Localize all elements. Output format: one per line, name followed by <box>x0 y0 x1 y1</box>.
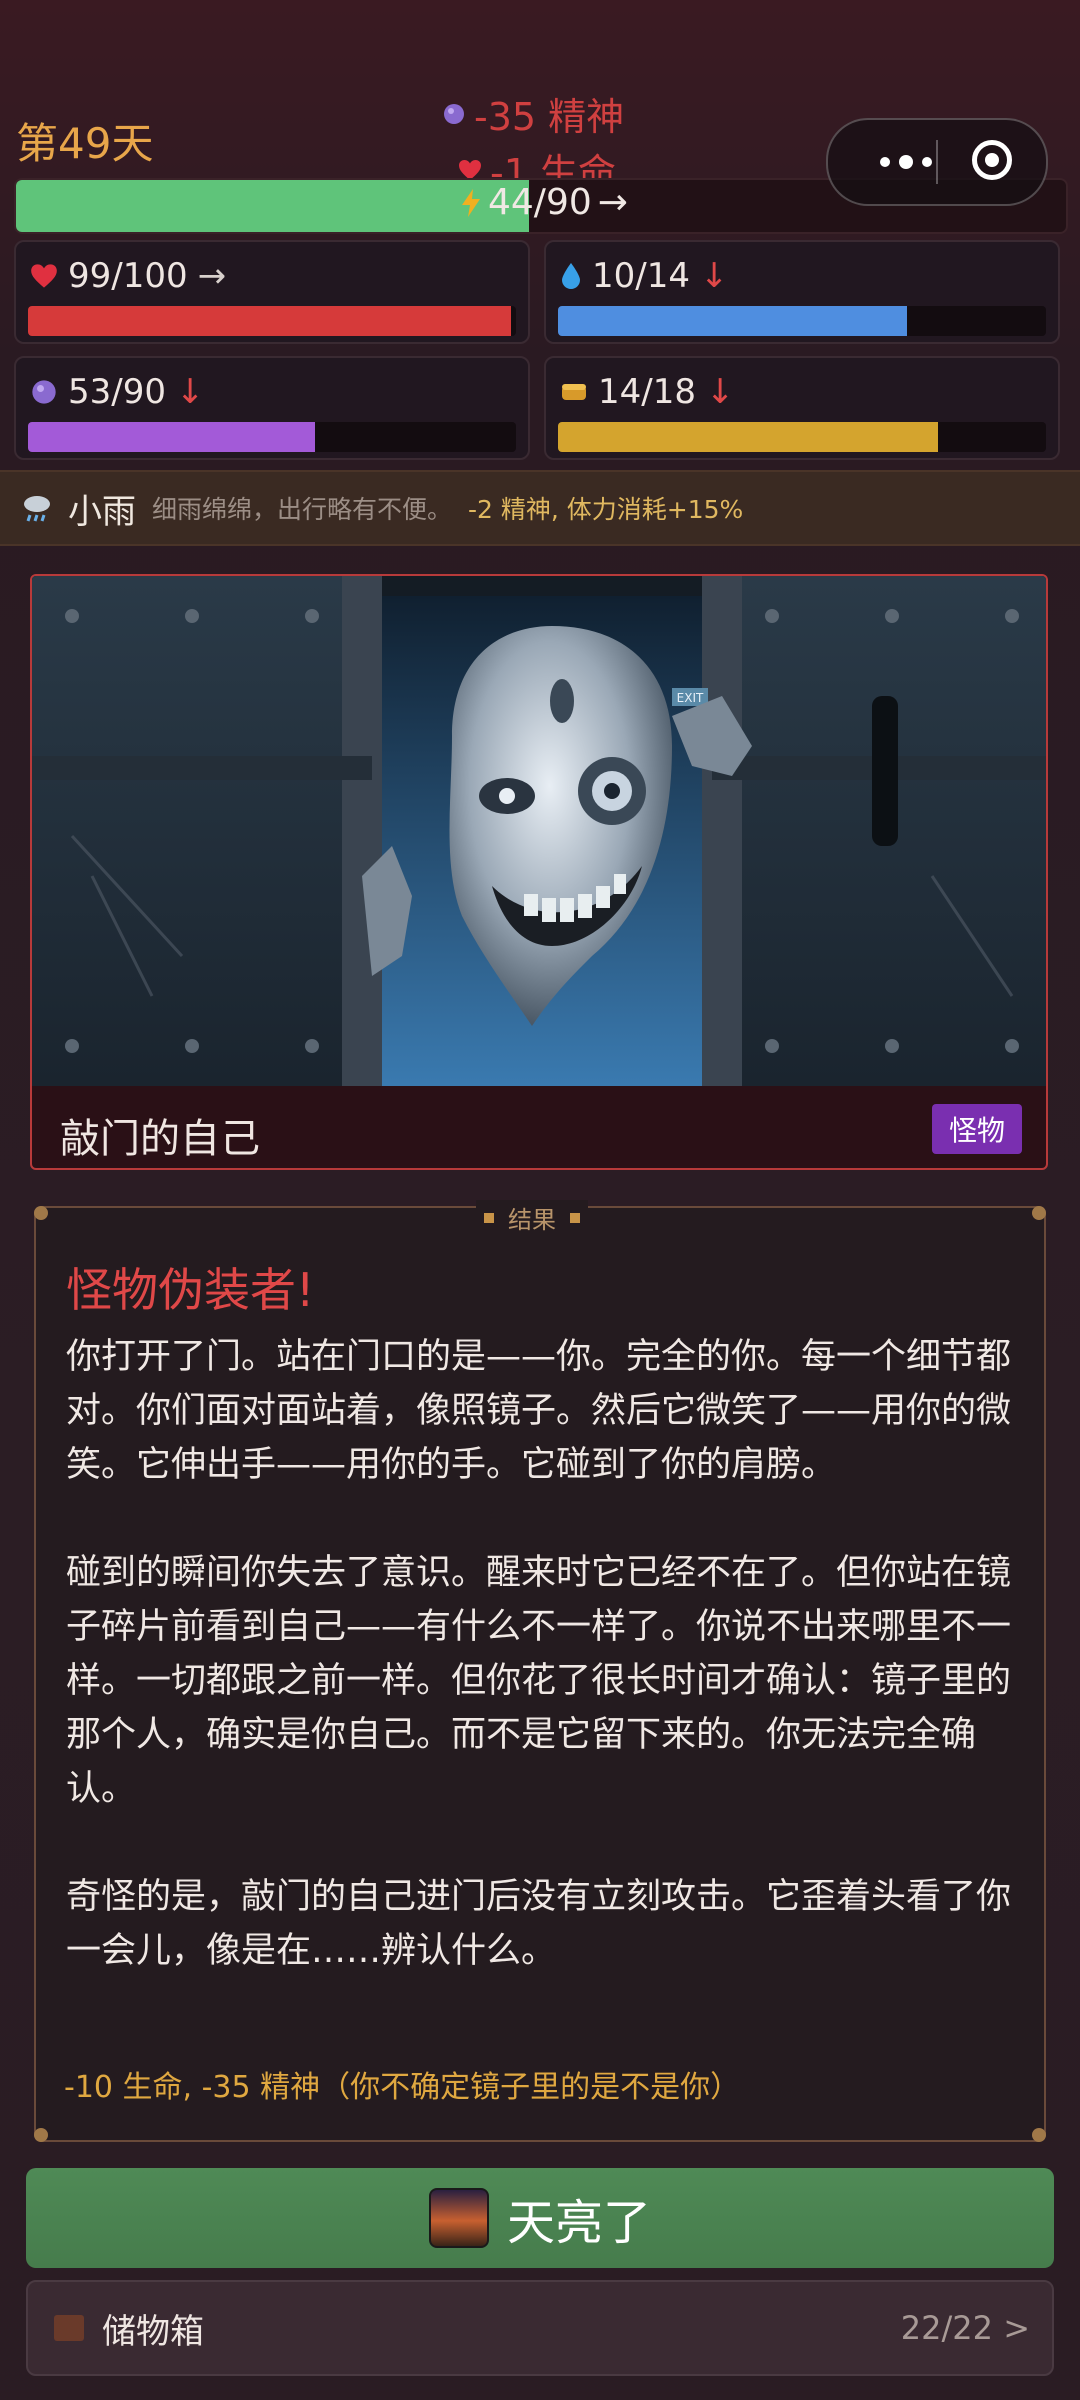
monster-door-illustration: EXIT <box>32 576 1046 1086</box>
stat-value: 53/90 <box>68 372 166 412</box>
result-paragraph: 碰到的瞬间你失去了意识。醒来时它已经不在了。但你站在镜子碎片前看到自己——有什么… <box>66 1553 1012 1809</box>
chest-icon <box>54 2315 84 2341</box>
more-dot <box>899 155 913 169</box>
result-header-label: 结果 <box>508 1206 556 1234</box>
corner-ornament <box>1032 1206 1046 1220</box>
energy-trend: → <box>597 182 628 223</box>
water-drop-icon <box>562 263 580 289</box>
mini-program-capsule <box>826 118 1048 206</box>
stat-health: 99/100 → <box>14 240 530 344</box>
result-paragraph: 奇怪的是，敲门的自己进门后没有立刻攻击。它歪着头看了你一会儿，像是在……辨认什么… <box>66 1877 1012 1971</box>
stat-trend: → <box>197 256 227 296</box>
corner-ornament <box>34 1206 48 1220</box>
stat-value: 14/18 <box>598 372 696 412</box>
event-card: EXIT 敲门的自己 怪物 <box>30 574 1048 1170</box>
event-illustration: EXIT <box>32 576 1046 1086</box>
energy-value: 44/90 <box>488 182 592 223</box>
energy-label: 44/90 → <box>460 182 628 223</box>
stat-label: 10/14 ↓ <box>560 256 728 296</box>
day-counter: 第49天 <box>16 119 154 168</box>
energy-bar-fill <box>16 180 530 232</box>
result-text: 你打开了门。站在门口的是——你。完全的你。每一个细节都对。你们面对面站着，像照镜… <box>66 1330 1016 1978</box>
result-effect: -10 生命, -35 精神（你不确定镜子里的是不是你） <box>64 2070 741 2105</box>
dawn-button[interactable]: 天亮了 <box>26 2168 1054 2268</box>
weather-banner: 小雨 细雨绵绵，出行略有不便。 -2 精神, 体力消耗+15% <box>0 470 1080 546</box>
stat-bar <box>28 306 516 336</box>
ornament-square <box>570 1212 580 1223</box>
exit-sign: EXIT <box>677 691 704 705</box>
float-effect-text: -35 精神 <box>474 95 625 139</box>
float-effect-sanity: -35 精神 <box>442 86 624 141</box>
storage-button[interactable]: 储物箱 22/22 > <box>26 2280 1054 2376</box>
result-paragraph: 你打开了门。站在门口的是——你。完全的你。每一个细节都对。你们面对面站着，像照镜… <box>66 1337 1012 1485</box>
close-target-icon[interactable] <box>972 140 1012 180</box>
stat-sanity: 53/90 ↓ <box>14 356 530 460</box>
dawn-button-label: 天亮了 <box>506 2195 651 2251</box>
bread-icon <box>562 384 586 400</box>
stat-bar <box>558 306 1046 336</box>
stat-bar-fill <box>558 306 907 336</box>
stat-bar <box>558 422 1046 452</box>
stat-value: 99/100 <box>68 256 188 296</box>
rain-cloud-icon <box>24 496 50 522</box>
ornament-square <box>484 1212 494 1223</box>
more-dot <box>922 157 932 167</box>
stat-label: 14/18 ↓ <box>560 372 734 412</box>
event-title: 敲门的自己 <box>60 1116 260 1162</box>
stat-bar <box>28 422 516 452</box>
stat-bar-fill <box>558 422 938 452</box>
stat-trend: ↓ <box>175 372 205 412</box>
stat-label: 53/90 ↓ <box>30 372 204 412</box>
stat-label: 99/100 → <box>30 256 226 296</box>
stat-bar-fill <box>28 422 316 452</box>
brain-orb-icon <box>32 380 56 404</box>
weather-name: 小雨 <box>68 491 136 532</box>
weather-effect: -2 精神, 体力消耗+15% <box>468 495 744 524</box>
storage-label: 储物箱 <box>102 2311 204 2352</box>
corner-ornament <box>34 2128 48 2142</box>
brain-orb-icon <box>444 103 464 124</box>
storage-count: 22/22 > <box>900 2309 1030 2347</box>
weather-description: 细雨绵绵，出行略有不便。 <box>152 495 453 524</box>
lightning-icon <box>462 188 480 217</box>
corner-ornament <box>1032 2128 1046 2142</box>
capsule-divider <box>936 140 938 184</box>
stat-trend: ↓ <box>699 256 729 296</box>
result-title: 怪物伪装者! <box>66 1263 315 1317</box>
more-menu-button[interactable] <box>856 142 956 182</box>
heart-icon <box>31 264 57 288</box>
more-dot <box>880 157 890 167</box>
stat-value: 10/14 <box>592 256 690 296</box>
stat-food: 14/18 ↓ <box>544 356 1060 460</box>
stat-trend: ↓ <box>705 372 735 412</box>
event-type-tag: 怪物 <box>932 1104 1022 1154</box>
result-header: 结果 <box>476 1200 588 1235</box>
stat-water: 10/14 ↓ <box>544 240 1060 344</box>
stat-bar-fill <box>28 306 512 336</box>
sunrise-icon <box>428 2188 489 2248</box>
